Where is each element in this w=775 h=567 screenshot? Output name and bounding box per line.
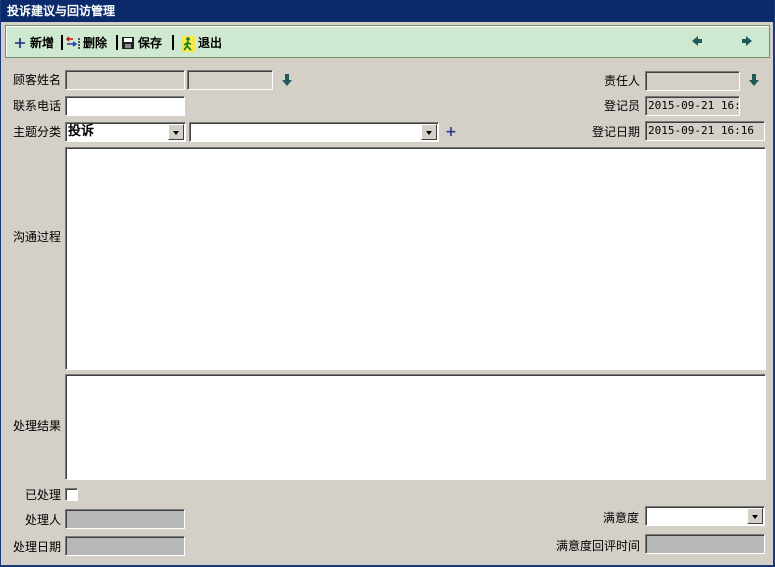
- delete-button-label: 删除: [83, 36, 108, 50]
- add-category-icon[interactable]: +: [445, 125, 457, 139]
- registrar-field[interactable]: 2015-09-21 16:1: [645, 96, 740, 116]
- plus-icon: [13, 36, 27, 50]
- responsible-lookup-icon[interactable]: [747, 73, 761, 87]
- save-icon: [121, 36, 135, 50]
- processed-checkbox[interactable]: [65, 488, 78, 501]
- register-date-field[interactable]: 2015-09-21 16:16: [645, 121, 765, 141]
- toolbar: 新增 删除 保存 退出: [5, 25, 770, 58]
- handle-date-field[interactable]: [65, 536, 185, 556]
- process-textarea[interactable]: [65, 147, 766, 370]
- toolbar-separator: [172, 35, 174, 50]
- phone-field[interactable]: [65, 96, 185, 116]
- save-button-label: 保存: [138, 36, 163, 50]
- process-label: 沟通过程: [13, 230, 62, 244]
- phone-label: 联系电话: [13, 99, 62, 113]
- customer-name-label: 顾客姓名: [13, 73, 62, 87]
- toolbar-separator: [61, 35, 63, 50]
- handle-date-label: 处理日期: [13, 540, 62, 554]
- satisfaction-review-time-label: 满意度回评时间: [556, 539, 641, 553]
- main-window: 投诉建议与回访管理 新增 删除 保存 退出 顾客姓名 责任人 联系电话 登记员 …: [0, 0, 775, 567]
- category-label: 主题分类: [13, 125, 62, 139]
- subcategory-select[interactable]: [189, 122, 439, 142]
- customer-name-secondary-field[interactable]: [187, 70, 273, 90]
- save-button[interactable]: 保存: [121, 34, 162, 52]
- satisfaction-label: 满意度: [603, 511, 640, 525]
- satisfaction-review-time-field[interactable]: [645, 534, 765, 554]
- new-button[interactable]: 新增: [13, 34, 54, 52]
- exit-button[interactable]: 退出: [181, 34, 222, 52]
- toolbar-separator: [116, 35, 118, 50]
- responsible-field[interactable]: [645, 71, 740, 91]
- register-date-label: 登记日期: [592, 125, 641, 139]
- chevron-down-icon[interactable]: [747, 508, 763, 524]
- handler-field[interactable]: [65, 509, 185, 529]
- result-textarea[interactable]: [65, 374, 766, 480]
- prev-arrow-icon[interactable]: [689, 33, 705, 49]
- delete-button[interactable]: 删除: [66, 34, 107, 52]
- exit-icon: [181, 36, 195, 52]
- category-select[interactable]: 投诉: [65, 122, 186, 142]
- delete-icon: [66, 36, 80, 50]
- result-label: 处理结果: [13, 419, 62, 433]
- responsible-label: 责任人: [604, 74, 641, 88]
- exit-button-label: 退出: [198, 36, 223, 50]
- customer-name-field[interactable]: [65, 70, 185, 90]
- new-button-label: 新增: [30, 36, 55, 50]
- window-title: 投诉建议与回访管理: [1, 0, 774, 22]
- customer-lookup-icon[interactable]: [280, 73, 294, 87]
- processed-label: 已处理: [25, 488, 62, 502]
- satisfaction-select[interactable]: [645, 506, 765, 526]
- chevron-down-icon[interactable]: [168, 124, 184, 140]
- chevron-down-icon[interactable]: [421, 124, 437, 140]
- category-select-value: 投诉: [68, 124, 95, 139]
- next-arrow-icon[interactable]: [739, 33, 755, 49]
- handler-label: 处理人: [25, 513, 62, 527]
- registrar-label: 登记员: [604, 99, 641, 113]
